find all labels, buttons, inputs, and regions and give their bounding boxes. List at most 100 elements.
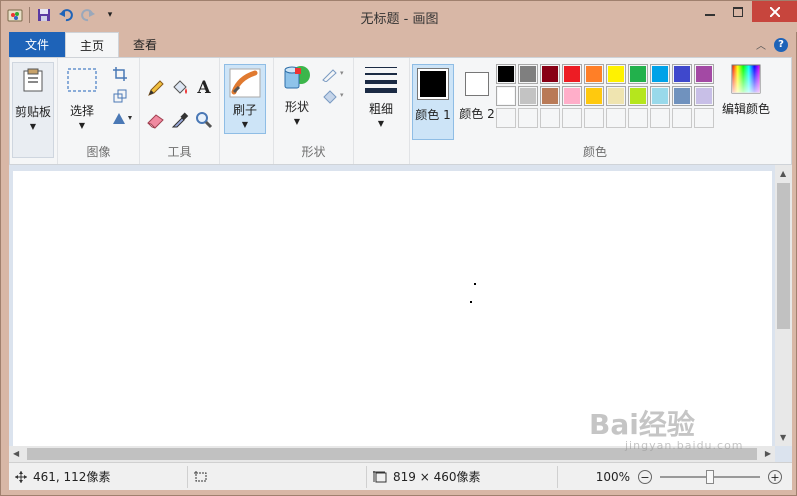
palette-swatch[interactable] xyxy=(518,64,538,84)
palette-swatch[interactable] xyxy=(606,86,626,106)
crop-icon[interactable] xyxy=(110,64,130,84)
palette-swatch[interactable] xyxy=(562,86,582,106)
window-controls xyxy=(696,1,797,22)
palette-swatch-fill xyxy=(652,66,668,82)
size-button[interactable]: 粗细 ▼ xyxy=(360,64,402,128)
close-button[interactable] xyxy=(752,1,797,22)
palette-swatch[interactable] xyxy=(584,64,604,84)
zoom-slider[interactable] xyxy=(660,470,760,484)
rotate-icon[interactable] xyxy=(110,108,134,128)
vertical-scroll-thumb[interactable] xyxy=(777,183,790,329)
palette-swatch[interactable] xyxy=(584,108,604,128)
palette-swatch[interactable] xyxy=(672,64,692,84)
palette-swatch[interactable] xyxy=(540,64,560,84)
color2-button[interactable]: 颜色 2 xyxy=(456,64,498,122)
color1-label: 颜色 1 xyxy=(415,108,451,122)
color1-button[interactable]: 颜色 1 xyxy=(412,64,454,140)
color1-swatch xyxy=(417,68,449,100)
tab-view[interactable]: 查看 xyxy=(119,32,171,57)
help-icon[interactable]: ? xyxy=(774,37,788,52)
chevron-down-icon: ▼ xyxy=(78,121,86,130)
palette-swatch[interactable] xyxy=(628,86,648,106)
vertical-scrollbar[interactable]: ▲ ▼ xyxy=(775,165,792,446)
zoom-in-icon[interactable]: + xyxy=(768,470,782,484)
resize-icon[interactable] xyxy=(110,86,130,106)
palette-swatch-fill xyxy=(520,110,536,126)
palette-swatch-fill xyxy=(630,110,646,126)
palette-swatch[interactable] xyxy=(562,108,582,128)
palette-swatch[interactable] xyxy=(606,108,626,128)
palette-swatch[interactable] xyxy=(694,64,714,84)
palette-swatch[interactable] xyxy=(628,64,648,84)
palette-swatch[interactable] xyxy=(540,86,560,106)
zoom-out-icon[interactable]: − xyxy=(638,470,652,484)
palette-swatch[interactable] xyxy=(672,86,692,106)
palette-swatch[interactable] xyxy=(672,108,692,128)
color2-label: 颜色 2 xyxy=(459,107,495,121)
ribbon-tabs: 文件 主页 查看 ︿ ? xyxy=(9,32,792,57)
magnifier-icon[interactable] xyxy=(194,110,214,130)
minimize-button[interactable] xyxy=(696,1,724,22)
palette-swatch-fill xyxy=(674,88,690,104)
scroll-down-icon[interactable]: ▼ xyxy=(780,433,786,442)
shapes-label: 形状 xyxy=(284,100,309,114)
clipboard-button[interactable]: 剪贴板 ▼ xyxy=(12,62,54,158)
palette-swatch[interactable] xyxy=(540,108,560,128)
palette-swatch-fill xyxy=(586,88,602,104)
canvas-dot xyxy=(474,283,476,285)
clipboard-icon xyxy=(23,68,43,92)
select-rectangle-icon xyxy=(67,68,97,92)
palette-swatch[interactable] xyxy=(496,108,516,128)
palette-swatch[interactable] xyxy=(562,64,582,84)
watermark: Bai经验 jingyan.baidu.com xyxy=(589,403,744,452)
palette-swatch[interactable] xyxy=(606,64,626,84)
scroll-up-icon[interactable]: ▲ xyxy=(780,169,786,178)
select-button[interactable]: 选择 ▼ xyxy=(62,62,102,130)
fill-bucket-icon[interactable] xyxy=(170,78,190,98)
scroll-right-icon[interactable]: ▶ xyxy=(765,449,771,458)
palette-swatch-fill xyxy=(542,110,558,126)
palette-swatch-fill xyxy=(498,66,514,82)
palette-swatch[interactable] xyxy=(496,64,516,84)
palette-swatch[interactable] xyxy=(650,86,670,106)
tab-file[interactable]: 文件 xyxy=(9,32,65,57)
tools-group: A 工具 xyxy=(140,58,220,164)
palette-swatch[interactable] xyxy=(518,108,538,128)
palette-swatch[interactable] xyxy=(496,86,516,106)
palette-swatch[interactable] xyxy=(518,86,538,106)
palette-swatch[interactable] xyxy=(650,108,670,128)
outline-icon[interactable]: ▾ xyxy=(320,64,348,84)
palette-swatch-fill xyxy=(608,66,624,82)
palette-swatch-fill xyxy=(608,110,624,126)
palette-swatch-fill xyxy=(696,110,712,126)
color-picker-icon[interactable] xyxy=(170,110,190,130)
text-tool-icon[interactable]: A xyxy=(194,78,214,98)
pencil-icon[interactable] xyxy=(146,78,166,98)
zoom-slider-thumb[interactable] xyxy=(706,470,714,484)
palette-swatch[interactable] xyxy=(628,108,648,128)
edit-colors-button[interactable]: 编辑颜色 xyxy=(716,64,776,117)
color1-fill xyxy=(420,71,446,97)
minimize-icon xyxy=(705,13,715,16)
palette-swatch[interactable] xyxy=(650,64,670,84)
palette-swatch[interactable] xyxy=(694,108,714,128)
brushes-label: 刷子 xyxy=(232,103,257,117)
clipboard-group: 剪贴板 ▼ xyxy=(10,58,58,164)
tab-home[interactable]: 主页 xyxy=(65,32,120,57)
image-group: 选择 ▼ 图像 xyxy=(58,58,140,164)
collapse-ribbon-icon[interactable]: ︿ xyxy=(756,37,766,52)
shapes-button[interactable]: 形状 ▼ xyxy=(278,64,316,126)
status-bar: 461, 112像素 819 × 460像素 100% − + xyxy=(9,462,792,490)
fill-icon[interactable]: ▾ xyxy=(320,86,348,106)
palette-swatch[interactable] xyxy=(584,86,604,106)
svg-text:▾: ▾ xyxy=(340,69,344,77)
zoom-level: 100% xyxy=(595,470,630,484)
scroll-left-icon[interactable]: ◀ xyxy=(13,449,19,458)
eraser-icon[interactable] xyxy=(146,110,166,130)
palette-swatch-fill xyxy=(498,110,514,126)
colors-group: 颜色 1 颜色 2 编辑颜色 颜色 xyxy=(410,58,780,164)
palette-swatch[interactable] xyxy=(694,86,714,106)
brushes-button[interactable]: 刷子 ▼ xyxy=(224,64,266,134)
maximize-button[interactable] xyxy=(724,1,752,22)
palette-swatch-fill xyxy=(652,88,668,104)
